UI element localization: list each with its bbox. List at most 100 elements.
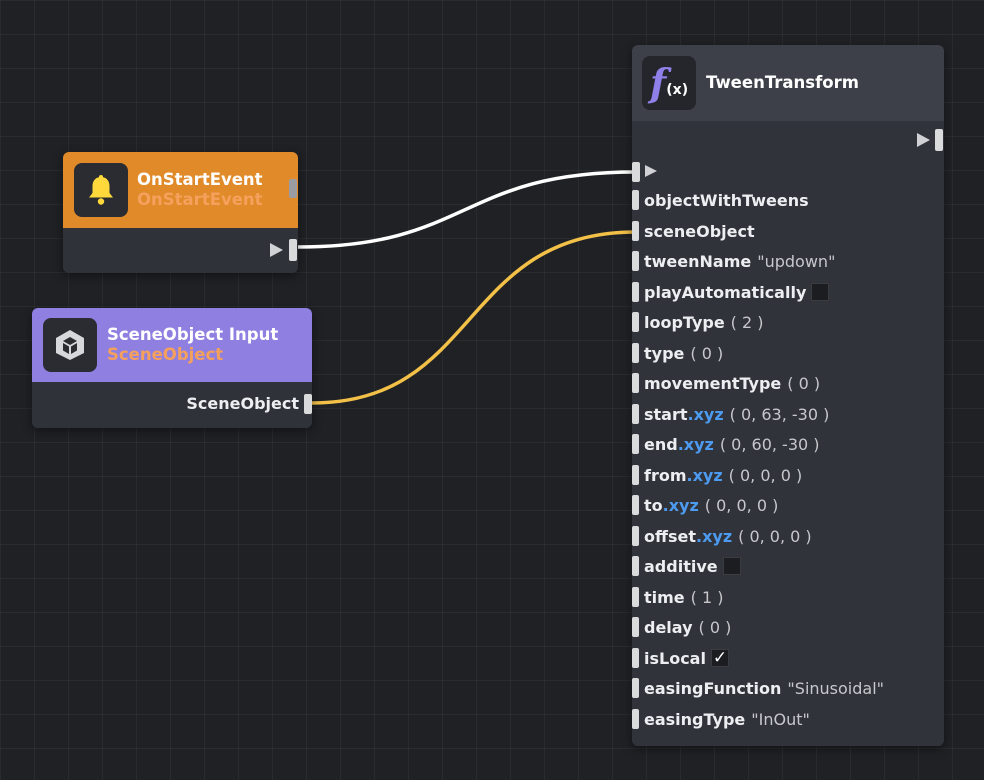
input-port[interactable] <box>632 221 639 241</box>
input-label: isLocal <box>644 648 706 668</box>
input-accessor: .xyz <box>686 465 723 485</box>
input-from[interactable]: from .xyz ( 0, 0, 0 ) <box>632 464 802 486</box>
input-value[interactable]: ( 0 ) <box>690 344 723 363</box>
input-value[interactable]: ( 0, 63, -30 ) <box>730 405 830 424</box>
bell-icon <box>74 163 128 217</box>
input-value[interactable]: ( 0, 0, 0 ) <box>738 527 812 546</box>
input-port[interactable] <box>632 373 639 393</box>
function-icon-suffix: (x) <box>666 82 689 98</box>
input-port[interactable] <box>632 678 639 698</box>
input-additive[interactable]: additive <box>632 555 741 577</box>
input-accessor: .xyz <box>662 495 699 515</box>
input-start[interactable]: start .xyz ( 0, 63, -30 ) <box>632 403 829 425</box>
function-icon-letter: f <box>649 60 667 105</box>
exec-in-arrow-icon <box>645 165 657 177</box>
input-value[interactable]: ( 0, 60, -30 ) <box>720 435 820 454</box>
node-body: objectWithTweens sceneObject tweenName "… <box>632 121 944 746</box>
input-to[interactable]: to .xyz ( 0, 0, 0 ) <box>632 494 778 516</box>
play-automatically-checkbox[interactable] <box>811 283 830 301</box>
input-label: to <box>644 495 663 515</box>
input-label: objectWithTweens <box>644 190 809 210</box>
input-end[interactable]: end .xyz ( 0, 60, -30 ) <box>632 433 820 455</box>
on-start-event-node[interactable]: OnStartEvent OnStartEvent <box>63 152 298 273</box>
input-accessor: .xyz <box>677 434 714 454</box>
input-value[interactable]: ( 2 ) <box>731 313 764 332</box>
input-label: easingFunction <box>644 678 782 698</box>
additive-checkbox[interactable] <box>722 557 741 575</box>
input-label: loopType <box>644 312 725 332</box>
input-port[interactable] <box>632 556 639 576</box>
input-label: easingType <box>644 709 746 729</box>
input-movement-type[interactable]: movementType ( 0 ) <box>632 372 820 394</box>
node-body <box>63 228 298 273</box>
node-title: SceneObject Input <box>107 325 279 344</box>
input-value[interactable]: "Sinusoidal" <box>787 679 884 698</box>
scene-object-wire[interactable] <box>310 230 638 405</box>
input-offset[interactable]: offset .xyz ( 0, 0, 0 ) <box>632 525 812 547</box>
function-icon: f (x) <box>642 56 696 110</box>
node-header[interactable]: SceneObject Input SceneObject <box>32 308 312 382</box>
input-delay[interactable]: delay ( 0 ) <box>632 616 731 638</box>
input-label: type <box>644 343 685 363</box>
input-accessor: .xyz <box>695 526 733 546</box>
input-label: from <box>644 465 687 485</box>
input-port[interactable] <box>632 251 639 271</box>
input-port[interactable] <box>632 526 639 546</box>
input-object-with-tweens[interactable]: objectWithTweens <box>632 189 809 211</box>
input-label: sceneObject <box>644 221 755 241</box>
input-port[interactable] <box>632 434 639 454</box>
exec-output-port[interactable] <box>289 239 297 261</box>
input-port[interactable] <box>632 343 639 363</box>
node-header[interactable]: f (x) TweenTransform <box>632 45 944 121</box>
input-port[interactable] <box>632 495 639 515</box>
is-local-checkbox[interactable]: ✓ <box>710 648 729 668</box>
input-label: start <box>644 404 688 424</box>
exec-arrow-icon <box>270 243 283 257</box>
input-scene-object[interactable]: sceneObject <box>632 220 755 242</box>
input-port[interactable] <box>632 709 639 729</box>
input-port[interactable] <box>632 648 639 668</box>
input-label: tweenName <box>644 251 752 271</box>
input-port[interactable] <box>632 282 639 302</box>
input-value[interactable]: "InOut" <box>751 710 810 729</box>
input-port[interactable] <box>632 404 639 424</box>
input-label: offset <box>644 526 696 546</box>
input-value[interactable]: ( 0, 0, 0 ) <box>705 496 779 515</box>
exec-output-port[interactable] <box>935 129 943 151</box>
input-port[interactable] <box>632 587 639 607</box>
input-port[interactable] <box>632 617 639 637</box>
node-title: OnStartEvent <box>137 170 263 189</box>
node-header[interactable]: OnStartEvent OnStartEvent <box>63 152 298 228</box>
input-time[interactable]: time ( 1 ) <box>632 586 724 608</box>
input-port[interactable] <box>632 312 639 332</box>
input-accessor: .xyz <box>687 404 724 424</box>
node-title: TweenTransform <box>706 73 859 92</box>
input-value[interactable]: ( 0, 0, 0 ) <box>729 466 803 485</box>
tween-transform-node[interactable]: f (x) TweenTransform objectWithTweens sc… <box>632 45 944 746</box>
scene-object-output-port[interactable] <box>304 394 312 414</box>
input-value[interactable]: ( 0 ) <box>787 374 820 393</box>
input-type[interactable]: type ( 0 ) <box>632 342 723 364</box>
check-mark-icon: ✓ <box>712 648 728 668</box>
input-easing-type[interactable]: easingType "InOut" <box>632 708 810 730</box>
input-easing-function[interactable]: easingFunction "Sinusoidal" <box>632 677 884 699</box>
input-port[interactable] <box>632 190 639 210</box>
input-label: playAutomatically <box>644 282 807 302</box>
scene-object-input-node[interactable]: SceneObject Input SceneObject SceneObjec… <box>32 308 312 428</box>
input-label: additive <box>644 556 718 576</box>
input-tween-name[interactable]: tweenName "updown" <box>632 250 835 272</box>
input-loop-type[interactable]: loopType ( 2 ) <box>632 311 764 333</box>
input-value[interactable]: ( 1 ) <box>691 588 724 607</box>
input-port[interactable] <box>632 465 639 485</box>
input-is-local[interactable]: isLocal ✓ <box>632 647 729 669</box>
header-output-port[interactable] <box>289 179 297 198</box>
input-value[interactable]: "updown" <box>757 252 835 271</box>
node-subtitle: SceneObject <box>107 345 224 364</box>
input-play-automatically[interactable]: playAutomatically <box>632 281 830 303</box>
input-label: time <box>644 587 685 607</box>
exec-wire[interactable] <box>296 170 638 249</box>
node-subtitle: OnStartEvent <box>137 190 263 209</box>
exec-out-arrow-icon <box>917 133 930 147</box>
exec-input-port[interactable] <box>632 162 640 182</box>
input-value[interactable]: ( 0 ) <box>699 618 732 637</box>
